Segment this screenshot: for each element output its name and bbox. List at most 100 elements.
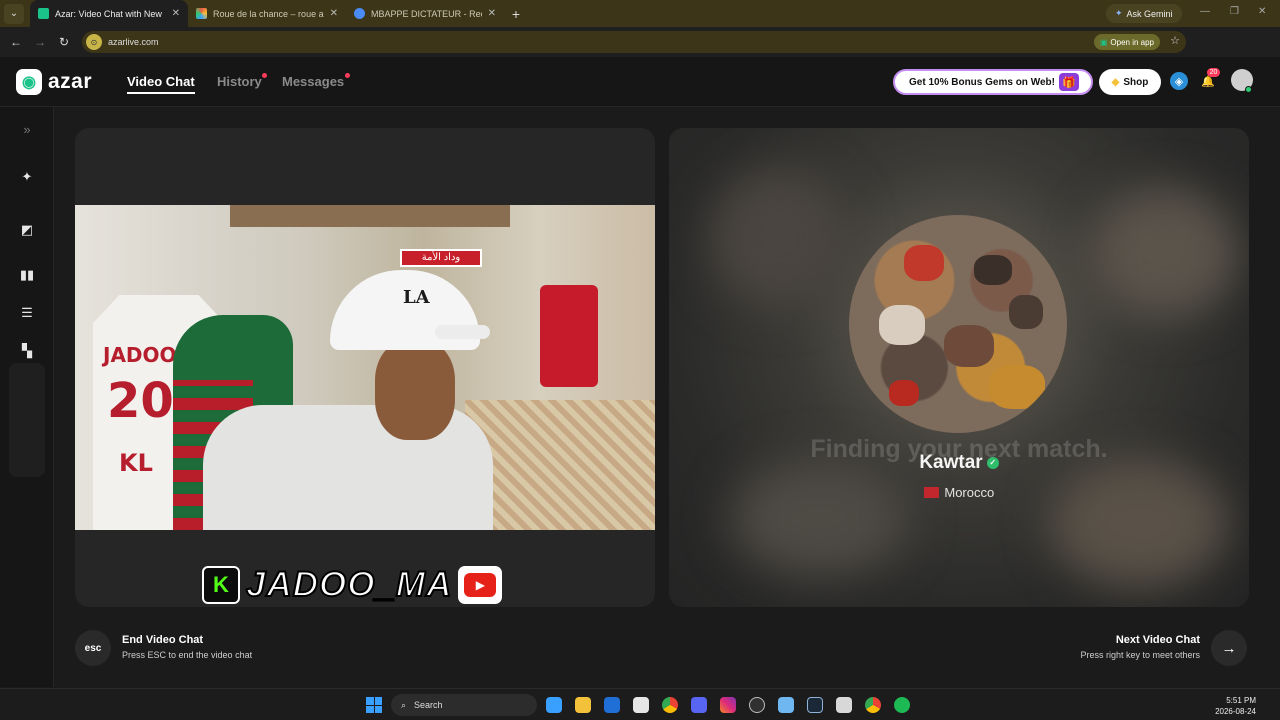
tab-mbappe[interactable]: MBAPPE DICTATEUR - Recherc ✕ [346,0,504,27]
paint-blob [904,245,944,281]
end-chat-button[interactable]: esc [75,630,111,666]
chrome-icon[interactable] [662,697,678,713]
tab-roue[interactable]: Roue de la chance – roue aléat ✕ [188,0,346,27]
chrome-icon[interactable] [865,697,881,713]
system-clock[interactable]: 5:51 PM 2026-08-24 [1215,695,1256,717]
jersey-name: JADOO [103,343,177,367]
magic-wand-icon[interactable]: ✦ [17,167,37,187]
expand-sidebar-icon[interactable]: » [17,119,37,139]
match-name: Kawtar [919,452,983,473]
reload-icon[interactable]: ↻ [52,35,76,49]
blur-blob [729,458,909,578]
spotify-icon[interactable] [894,697,910,713]
azar-logo[interactable]: ◉ azar [16,69,92,95]
app-icon[interactable] [778,697,794,713]
window-close-icon[interactable]: ✕ [1258,6,1266,17]
new-tab-button[interactable]: + [504,6,528,22]
end-chat-subtitle: Press ESC to end the video chat [122,650,253,660]
jersey-number: 20 [107,373,174,429]
layout-grid-icon[interactable]: ▚ [17,341,37,361]
person-face [375,340,455,440]
nav-history[interactable]: History [217,74,262,89]
clock-time: 5:51 PM [1226,696,1256,705]
bookmark-star-icon[interactable]: ☆ [1170,34,1180,47]
kick-icon: K [202,566,240,604]
wall-banner: وداد الأمة [400,249,482,267]
azar-favicon-icon [38,8,49,19]
obs-icon[interactable] [749,697,765,713]
open-in-app-label: Open in app [1110,37,1154,47]
paint-blob [989,365,1045,409]
search-icon: ⌕ [401,699,407,710]
clock-date: 2026-08-24 [1215,707,1256,716]
browser-tabstrip: ⌄ Azar: Video Chat with New ✕ Roue de la… [0,0,1280,27]
streamer-overlay: K JADOO_MA ▶ [202,564,503,605]
close-icon[interactable]: ✕ [488,8,496,19]
instagram-icon[interactable] [720,697,736,713]
store-icon[interactable] [633,697,649,713]
back-icon[interactable]: ← [4,35,28,49]
tab-title: MBAPPE DICTATEUR - Recherc [371,8,482,19]
ask-gemini-label: Ask Gemini [1126,8,1173,19]
notification-badge: 20 [1207,68,1220,77]
jersey-sub: KL [119,449,153,477]
end-chat-title: End Video Chat [122,634,204,646]
tab-search-icon[interactable]: ⌄ [4,3,24,24]
azar-logo-icon: ◉ [16,69,42,95]
blur-blob [1049,458,1229,588]
tab-title: Azar: Video Chat with New [55,8,162,19]
widgets-icon[interactable] [546,697,562,713]
layout-switcher [9,363,45,477]
bed [465,400,655,530]
shop-label: Shop [1123,76,1149,88]
match-avatar [849,215,1067,433]
layout-stacked-icon[interactable]: ☰ [17,303,37,323]
layout-side-by-side-icon[interactable]: ▮▮ [17,265,37,285]
google-favicon-icon [354,8,365,19]
cap-brim [435,325,490,339]
nav-video-chat[interactable]: Video Chat [127,74,195,94]
paint-blob [944,325,994,367]
discord-icon[interactable] [691,697,707,713]
taskbar-search[interactable]: ⌕ Search [391,694,537,716]
tab-azar[interactable]: Azar: Video Chat with New ✕ [30,0,188,27]
capture-icon[interactable] [836,697,852,713]
close-icon[interactable]: ✕ [172,8,180,19]
url-text: azarlive.com [108,37,159,47]
gem-icon: ◆ [1111,76,1120,88]
match-video-panel: Finding your next match. Kawtar ✓ Morocco [669,128,1249,607]
steam-icon[interactable] [807,697,823,713]
arrow-right-icon: → [1221,639,1237,657]
forward-icon[interactable]: → [28,35,52,49]
self-video-panel: وداد الأمة JADOO 20 KL LA K JADOO_MA ▶ [75,128,655,607]
photo-shelf [230,205,510,227]
streamer-name: JADOO_MA [245,564,453,605]
restore-icon[interactable]: ❐ [1230,6,1239,17]
address-bar[interactable]: ⊙ azarlive.com ▣ Open in app ☆ [82,31,1186,53]
shop-button[interactable]: ◆ Shop [1099,69,1161,95]
ask-gemini-button[interactable]: ✦ Ask Gemini [1106,4,1182,23]
minimize-icon[interactable]: — [1200,6,1210,17]
file-explorer-icon[interactable] [575,697,591,713]
outlook-icon[interactable] [604,697,620,713]
open-in-app-button[interactable]: ▣ Open in app [1093,34,1160,50]
sticker-icon[interactable]: ◩ [17,220,37,240]
windows-start-icon[interactable] [366,697,382,713]
gemini-icon: ✦ [1115,8,1123,18]
next-chat-button[interactable]: → [1211,630,1247,666]
logo-text: azar [48,70,93,93]
site-info-icon[interactable]: ⊙ [86,34,102,50]
windows-taskbar: ⌕ Search 5:51 PM 2026-08-24 [0,688,1280,720]
taskbar-search-label: Search [414,700,443,710]
bonus-gems-button[interactable]: Get 10% Bonus Gems on Web! 🎁 [893,69,1093,95]
match-country: Morocco [944,485,995,500]
blur-blob [709,168,849,308]
blur-blob [1089,188,1239,318]
gift-icon: 🎁 [1059,73,1079,91]
close-icon[interactable]: ✕ [330,8,338,19]
self-webcam-feed: وداد الأمة JADOO 20 KL LA [75,205,655,530]
gems-wallet-icon[interactable]: ◈ [1170,72,1188,90]
paint-blob [1009,295,1043,329]
wheel-favicon-icon [196,8,207,19]
nav-messages[interactable]: Messages [282,74,344,89]
